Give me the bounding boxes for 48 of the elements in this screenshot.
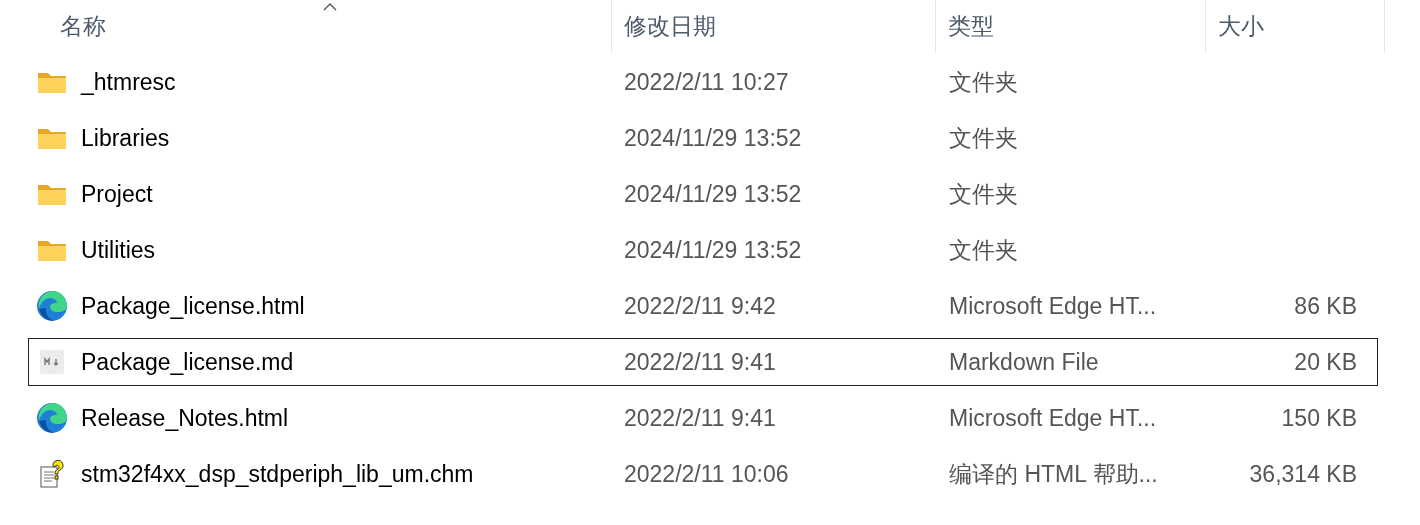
file-type: Microsoft Edge HT... — [949, 292, 1157, 319]
file-name: Package_license.html — [81, 291, 305, 321]
file-name: Libraries — [81, 123, 170, 153]
file-type: 编译的 HTML 帮助... — [949, 460, 1158, 487]
column-header[interactable]: 类型 — [936, 0, 1206, 52]
file-size: 86 KB — [1294, 291, 1357, 321]
file-row[interactable]: Project 2024/11/29 13:52 文件夹 — [28, 170, 1378, 218]
modified-date: 2022/2/11 10:06 — [624, 460, 789, 487]
file-name: Release_Notes.html — [81, 403, 289, 433]
modified-date: 2022/2/11 10:27 — [624, 68, 789, 95]
file-size: 150 KB — [1281, 403, 1357, 433]
file-type: Markdown File — [949, 348, 1099, 375]
edge-logo-icon — [36, 402, 68, 434]
markdown-file-icon — [39, 349, 65, 375]
folder-icon — [37, 182, 67, 206]
column-header[interactable]: 名称 — [32, 0, 612, 52]
file-name: Project — [81, 179, 153, 209]
modified-date: 2022/2/11 9:41 — [624, 404, 776, 431]
column-header[interactable]: 大小 — [1206, 0, 1385, 52]
file-name: Package_license.md — [81, 347, 294, 377]
modified-date: 2024/11/29 13:52 — [624, 124, 802, 151]
file-name: _htmresc — [81, 67, 176, 97]
edge-logo-icon — [36, 290, 68, 322]
file-type: Microsoft Edge HT... — [949, 404, 1157, 431]
modified-date: 2022/2/11 9:42 — [624, 292, 776, 319]
file-row[interactable]: Libraries 2024/11/29 13:52 文件夹 — [28, 114, 1378, 162]
file-row[interactable]: stm32f4xx_dsp_stdperiph_lib_um.chm 2022/2/11 10:06 编译的 HTML 帮助... 36,314 KB — [28, 450, 1378, 498]
folder-icon — [37, 238, 67, 262]
folder-icon — [37, 126, 67, 150]
file-type: 文件夹 — [949, 180, 1018, 207]
file-row[interactable]: Utilities 2024/11/29 13:52 文件夹 — [28, 226, 1378, 274]
file-name: stm32f4xx_dsp_stdperiph_lib_um.chm — [81, 459, 474, 489]
file-row[interactable]: Package_license.md 2022/2/11 9:41 Markdown File 20 KB — [28, 338, 1378, 386]
file-row[interactable]: _htmresc 2022/2/11 10:27 文件夹 — [28, 58, 1378, 106]
file-type: 文件夹 — [949, 236, 1018, 263]
help-document-icon — [39, 460, 65, 488]
file-type: 文件夹 — [949, 68, 1018, 95]
file-row[interactable]: Package_license.html 2022/2/11 9:42 Microsoft Edge HT... 86 KB — [28, 282, 1378, 330]
file-size: 36,314 KB — [1249, 459, 1357, 489]
file-size: 20 KB — [1294, 347, 1357, 377]
modified-date: 2024/11/29 13:52 — [624, 180, 802, 207]
column-header[interactable]: 修改日期 — [612, 0, 936, 52]
modified-date: 2024/11/29 13:52 — [624, 236, 802, 263]
folder-icon — [37, 70, 67, 94]
file-type: 文件夹 — [949, 124, 1018, 151]
file-row[interactable]: Release_Notes.html 2022/2/11 9:41 Microsoft Edge HT... 150 KB — [28, 394, 1378, 442]
modified-date: 2022/2/11 9:41 — [624, 348, 776, 375]
file-name: Utilities — [81, 235, 156, 265]
